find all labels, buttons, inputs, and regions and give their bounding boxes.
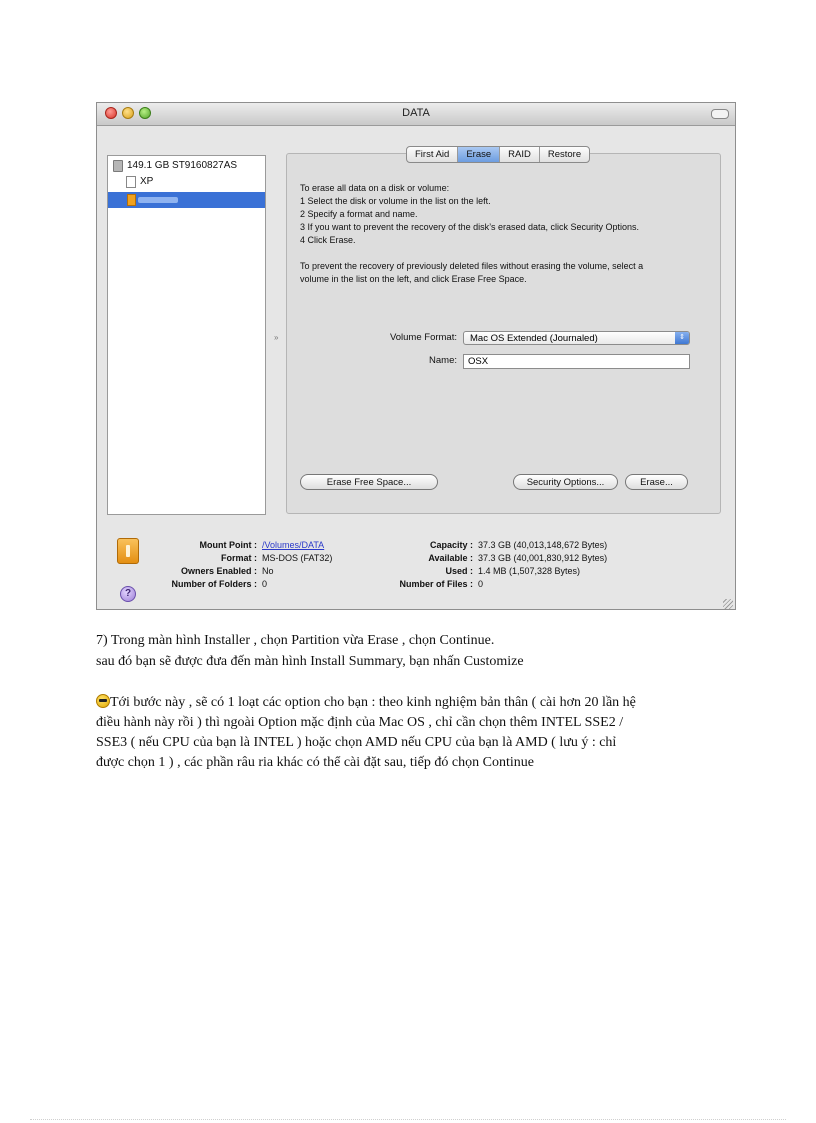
instruction-line: To erase all data on a disk or volume: — [300, 183, 450, 193]
instruction-line: 4 Click Erase. — [300, 235, 356, 245]
used-label: Used : — [445, 566, 473, 576]
erase-free-space-button[interactable]: Erase Free Space... — [300, 474, 438, 490]
security-options-button[interactable]: Security Options... — [513, 474, 618, 490]
number-of-folders-value: 0 — [262, 579, 268, 589]
tab-raid[interactable]: RAID — [500, 147, 540, 162]
available-value: 37.3 GB (40,001,830,912 Bytes) — [478, 553, 608, 563]
tab-erase[interactable]: Erase — [458, 147, 501, 162]
sidebar-item-xp[interactable]: XP — [108, 174, 265, 190]
body-text-line: Tới bước này , sẽ có 1 loạt các option c… — [110, 695, 636, 710]
body-text-line: 7) Trong màn hình Installer , chọn Parti… — [96, 633, 495, 648]
mount-point-link[interactable]: /Volumes/DATA — [262, 540, 324, 550]
sidebar-item-label: 149.1 GB ST9160827AS — [127, 160, 238, 171]
volume-format-label: Volume Format: — [389, 332, 457, 343]
body-text-line: điều hành này rồi ) thì ngoài Option mặc… — [96, 715, 624, 730]
window-title: DATA — [402, 107, 430, 119]
owners-enabled-value: No — [262, 566, 274, 576]
capacity-value: 37.3 GB (40,013,148,672 Bytes) — [478, 540, 608, 550]
number-of-files-value: 0 — [478, 579, 484, 589]
name-field[interactable]: OSX — [463, 354, 690, 369]
volume-info-bar: ? Mount Point : /Volumes/DATA Format : M… — [97, 521, 735, 609]
body-text-paragraph: Tới bước này , sẽ có 1 loạt các option c… — [96, 694, 636, 711]
body-text-line: được chọn 1 ) , các phần râu ria khác có… — [96, 755, 534, 770]
format-label: Format : — [221, 553, 257, 563]
instruction-line: 2 Specify a format and name. — [300, 209, 418, 219]
capacity-label: Capacity : — [429, 540, 473, 550]
splitter-handle[interactable]: » — [274, 333, 278, 342]
mount-point-label: Mount Point : — [199, 540, 257, 550]
number-of-files-label: Number of Files : — [399, 579, 473, 589]
usb-drive-icon — [117, 538, 139, 564]
sidebar-item-disk[interactable]: 149.1 GB ST9160827AS — [108, 158, 265, 174]
format-value: MS-DOS (FAT32) — [262, 553, 333, 563]
number-of-folders-label: Number of Folders : — [171, 579, 257, 589]
tab-first-aid[interactable]: First Aid — [407, 147, 459, 162]
help-icon[interactable]: ? — [120, 586, 136, 602]
disk-list-sidebar[interactable]: 149.1 GB ST9160827AS XP — [107, 155, 266, 515]
instruction-line: 1 Select the disk or volume in the list … — [300, 196, 491, 206]
body-text-line: SSE3 ( nếu CPU của bạn là INTEL ) hoặc c… — [96, 735, 617, 750]
used-value: 1.4 MB (1,507,328 Bytes) — [478, 566, 581, 576]
toolbar-toggle-button[interactable] — [711, 109, 729, 119]
sidebar-item-data-volume[interactable] — [108, 192, 265, 208]
title-bar[interactable]: DATA — [97, 103, 735, 126]
sidebar-item-label: XP — [140, 176, 154, 187]
document-icon — [126, 176, 136, 188]
erase-button[interactable]: Erase... — [625, 474, 688, 490]
disk-utility-window: DATA 149.1 GB ST9160827AS XP » First Aid… — [96, 102, 736, 610]
selected-volume-name — [138, 197, 178, 203]
instruction-line: volume in the list on the left, and clic… — [300, 274, 527, 284]
instruction-line: 3 If you want to prevent the recovery of… — [300, 222, 640, 232]
instruction-line: To prevent the recovery of previously de… — [300, 261, 644, 271]
body-text-line: sau đó bạn sẽ được đưa đến màn hình Inst… — [96, 654, 524, 669]
resize-grip[interactable] — [723, 599, 733, 609]
name-label: Name: — [429, 355, 457, 366]
available-label: Available : — [428, 553, 473, 563]
page-bottom-divider — [30, 1119, 786, 1120]
owners-enabled-label: Owners Enabled : — [180, 566, 257, 576]
hard-disk-icon — [113, 160, 123, 172]
volume-format-value: Mac OS Extended (Journaled) — [470, 333, 598, 344]
sunglasses-emoji-icon — [96, 694, 110, 708]
chevron-updown-icon: ⇕ — [675, 332, 689, 344]
volume-format-select[interactable]: Mac OS Extended (Journaled) ⇕ — [463, 331, 690, 345]
tab-restore[interactable]: Restore — [540, 147, 589, 162]
usb-volume-icon — [127, 194, 136, 206]
tab-bar: First Aid Erase RAID Restore — [406, 146, 591, 163]
